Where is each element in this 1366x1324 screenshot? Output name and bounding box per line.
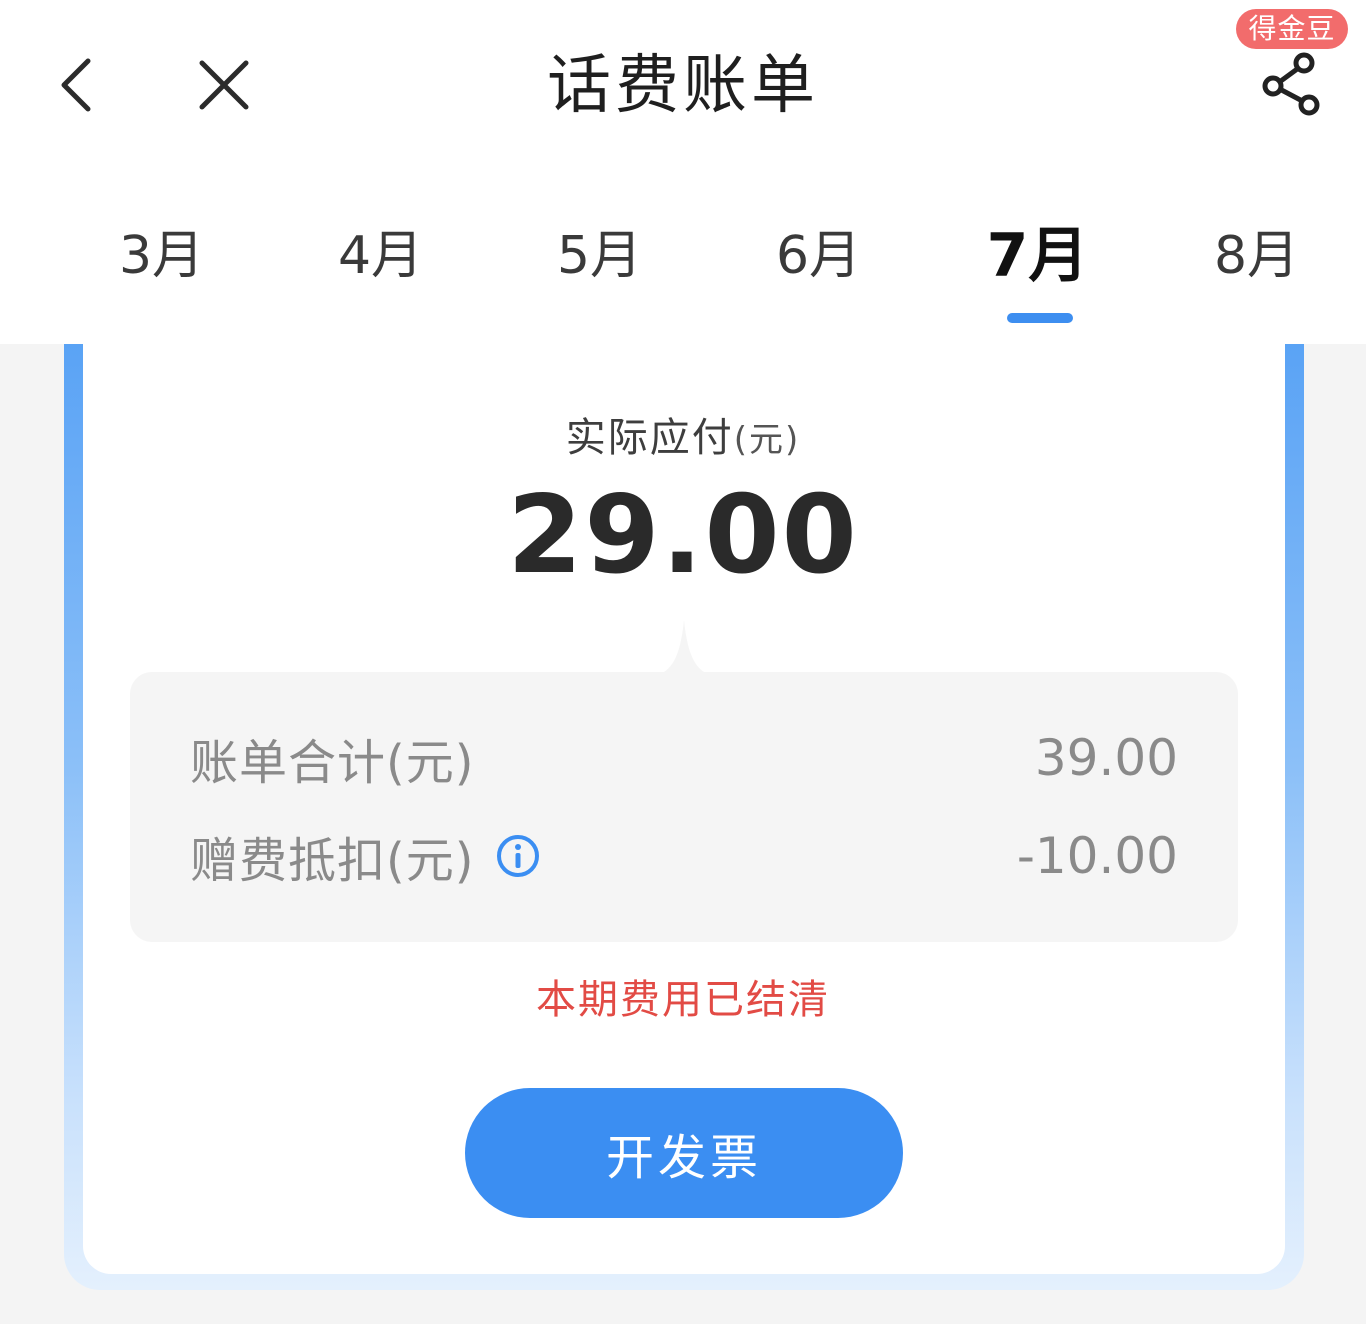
bill-total-label: 账单合计(元) — [190, 735, 475, 791]
tab-month-4[interactable]: 4月 — [271, 216, 490, 296]
gift-deduction-row: 赠费抵扣(元) -10.00 — [190, 821, 1178, 891]
gift-deduction-value: -10.00 — [1016, 827, 1178, 885]
page-title: 话费账单 — [547, 49, 819, 123]
active-tab-indicator — [1007, 313, 1073, 323]
detail-box-notch — [648, 620, 720, 676]
invoice-button[interactable]: 开发票 — [465, 1088, 903, 1218]
bill-total-row: 账单合计(元) 39.00 — [190, 726, 1178, 791]
amount-due-unit: (元) — [733, 420, 801, 460]
month-tabs: 3月 4月 5月 6月 7月 8月 — [52, 216, 1366, 296]
share-icon — [1262, 52, 1320, 116]
tab-month-5[interactable]: 5月 — [490, 216, 709, 296]
bill-total-value: 39.00 — [1034, 729, 1178, 787]
gift-deduction-label: 赠费抵扣(元) — [190, 833, 475, 889]
bill-detail-box — [130, 672, 1238, 942]
header: 话费账单 得金豆 3月 4月 5月 6月 7月 8月 — [0, 0, 1366, 344]
tab-month-3[interactable]: 3月 — [52, 216, 271, 296]
tab-month-6[interactable]: 6月 — [709, 216, 928, 296]
tab-month-7[interactable]: 7月 — [928, 216, 1147, 296]
gold-bean-badge[interactable]: 得金豆 — [1236, 9, 1348, 49]
info-icon[interactable] — [496, 834, 540, 878]
tab-month-8[interactable]: 8月 — [1147, 216, 1366, 296]
amount-due-label-text: 实际应付 — [565, 415, 734, 461]
share-button[interactable] — [1256, 48, 1328, 120]
gift-deduction-label-wrap: 赠费抵扣(元) — [190, 821, 540, 891]
payment-status: 本期费用已结清 — [536, 977, 830, 1023]
amount-due-value: 29.00 — [507, 473, 859, 598]
page: 话费账单 得金豆 3月 4月 5月 6月 7月 8月 实际应付(元) 29.00 — [0, 0, 1366, 1324]
amount-due-label: 实际应付(元) — [0, 412, 1366, 466]
